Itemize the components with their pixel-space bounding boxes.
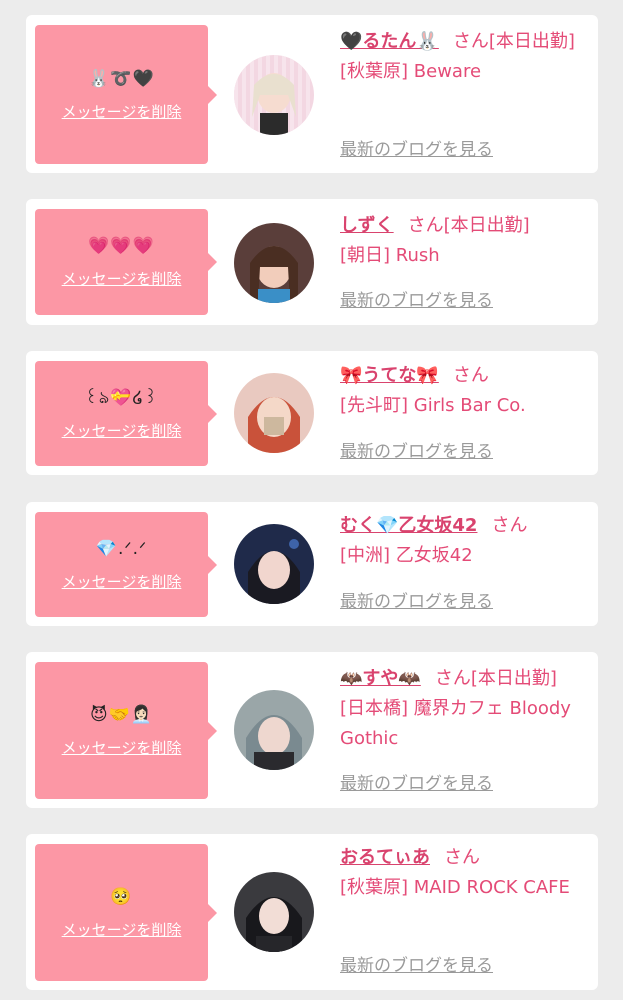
message-bubble: 💎.ᐟ.ᐟ メッセージを削除 — [35, 512, 217, 617]
message-bubble: 🥺 メッセージを削除 — [35, 844, 217, 981]
honorific: さん — [452, 365, 489, 386]
honorific: さん — [452, 31, 489, 52]
latest-blog-link[interactable]: 最新のブログを見る — [340, 442, 493, 462]
list-item: 💗💗💗 メッセージを削除 しずく さん[本日出勤] [朝日] Rush 最新のブロ… — [26, 199, 598, 325]
list-item: 🥺 メッセージを削除 おるてぃあ さん [秋葉原] MAID ROCK CAFE … — [26, 834, 598, 990]
working-today-badge: [本日出勤] — [488, 31, 575, 52]
store-name: [中洲] 乙女坂42 — [340, 545, 473, 566]
latest-blog-link[interactable]: 最新のブログを見る — [340, 291, 493, 311]
latest-blog-link[interactable]: 最新のブログを見る — [340, 140, 493, 160]
message-list: 🐰➰🖤 メッセージを削除 🖤るたん🐰 さん[本日出勤] [秋葉原] Beware … — [0, 0, 623, 1000]
message-bubble: 😈🤝👩🏻‍💼 メッセージを削除 — [35, 662, 217, 799]
avatar[interactable] — [234, 55, 314, 135]
working-today-badge: [本日出勤] — [470, 668, 557, 689]
avatar[interactable] — [234, 223, 314, 303]
honorific: さん — [434, 668, 471, 689]
cast-info: しずく さん[本日出勤] [朝日] Rush — [340, 211, 592, 271]
message-bubble: ꒰ঌ💝໒꒱ メッセージを削除 — [35, 361, 217, 466]
delete-message-link[interactable]: メッセージを削除 — [62, 103, 182, 121]
list-item: 😈🤝👩🏻‍💼 メッセージを削除 🦇すや🦇 さん[本日出勤] [日本橋] 魔界カフェ… — [26, 652, 598, 808]
message-text: 💎.ᐟ.ᐟ — [95, 538, 148, 559]
cast-name-link[interactable]: 🎀うてな🎀 — [340, 365, 439, 386]
honorific: さん — [444, 847, 480, 868]
message-text: 🐰➰🖤 — [88, 68, 155, 89]
delete-message-link[interactable]: メッセージを削除 — [62, 422, 182, 440]
message-text: 😈🤝👩🏻‍💼 — [89, 704, 154, 725]
store-name: [先斗町] Girls Bar Co. — [340, 395, 526, 416]
latest-blog-link[interactable]: 最新のブログを見る — [340, 956, 493, 976]
delete-message-link[interactable]: メッセージを削除 — [62, 573, 182, 591]
cast-name-link[interactable]: 🖤るたん🐰 — [340, 31, 439, 52]
message-text: 💗💗💗 — [88, 236, 155, 256]
cast-name-link[interactable]: むく💎乙女坂42 — [340, 515, 477, 536]
cast-name-link[interactable]: しずく — [340, 215, 394, 236]
avatar[interactable] — [234, 690, 314, 770]
latest-blog-link[interactable]: 最新のブログを見る — [340, 774, 493, 794]
cast-name-link[interactable]: 🦇すや🦇 — [340, 668, 421, 689]
message-bubble: 🐰➰🖤 メッセージを削除 — [35, 25, 217, 164]
latest-blog-link[interactable]: 最新のブログを見る — [340, 592, 493, 612]
cast-info: 🖤るたん🐰 さん[本日出勤] [秋葉原] Beware — [340, 27, 592, 87]
message-bubble: 💗💗💗 メッセージを削除 — [35, 209, 217, 315]
store-name: [秋葉原] Beware — [340, 61, 482, 82]
list-item: 💎.ᐟ.ᐟ メッセージを削除 むく💎乙女坂42 さん [中洲] 乙女坂42 最新の… — [26, 502, 598, 626]
message-text: 🥺 — [110, 886, 133, 907]
cast-name-link[interactable]: おるてぃあ — [340, 847, 430, 868]
honorific: さん — [491, 515, 528, 536]
delete-message-link[interactable]: メッセージを削除 — [62, 739, 182, 757]
delete-message-link[interactable]: メッセージを削除 — [62, 270, 182, 288]
avatar[interactable] — [234, 373, 314, 453]
avatar[interactable] — [234, 872, 314, 952]
cast-info: 🎀うてな🎀 さん [先斗町] Girls Bar Co. — [340, 361, 592, 421]
message-text: ꒰ঌ💝໒꒱ — [84, 387, 159, 408]
list-item: ꒰ঌ💝໒꒱ メッセージを削除 🎀うてな🎀 さん [先斗町] Girls Bar C… — [26, 351, 598, 475]
working-today-badge: [本日出勤] — [443, 215, 530, 236]
cast-info: 🦇すや🦇 さん[本日出勤] [日本橋] 魔界カフェ Bloody Gothic — [340, 664, 592, 754]
store-name: [秋葉原] MAID ROCK CAFE — [340, 877, 570, 898]
honorific: さん — [407, 215, 444, 236]
delete-message-link[interactable]: メッセージを削除 — [62, 921, 182, 939]
cast-info: むく💎乙女坂42 さん [中洲] 乙女坂42 — [340, 511, 592, 571]
list-item: 🐰➰🖤 メッセージを削除 🖤るたん🐰 さん[本日出勤] [秋葉原] Beware … — [26, 15, 598, 173]
store-name: [日本橋] 魔界カフェ Bloody Gothic — [340, 698, 571, 749]
avatar[interactable] — [234, 524, 314, 604]
store-name: [朝日] Rush — [340, 245, 440, 266]
cast-info: おるてぃあ さん [秋葉原] MAID ROCK CAFE — [340, 843, 592, 903]
